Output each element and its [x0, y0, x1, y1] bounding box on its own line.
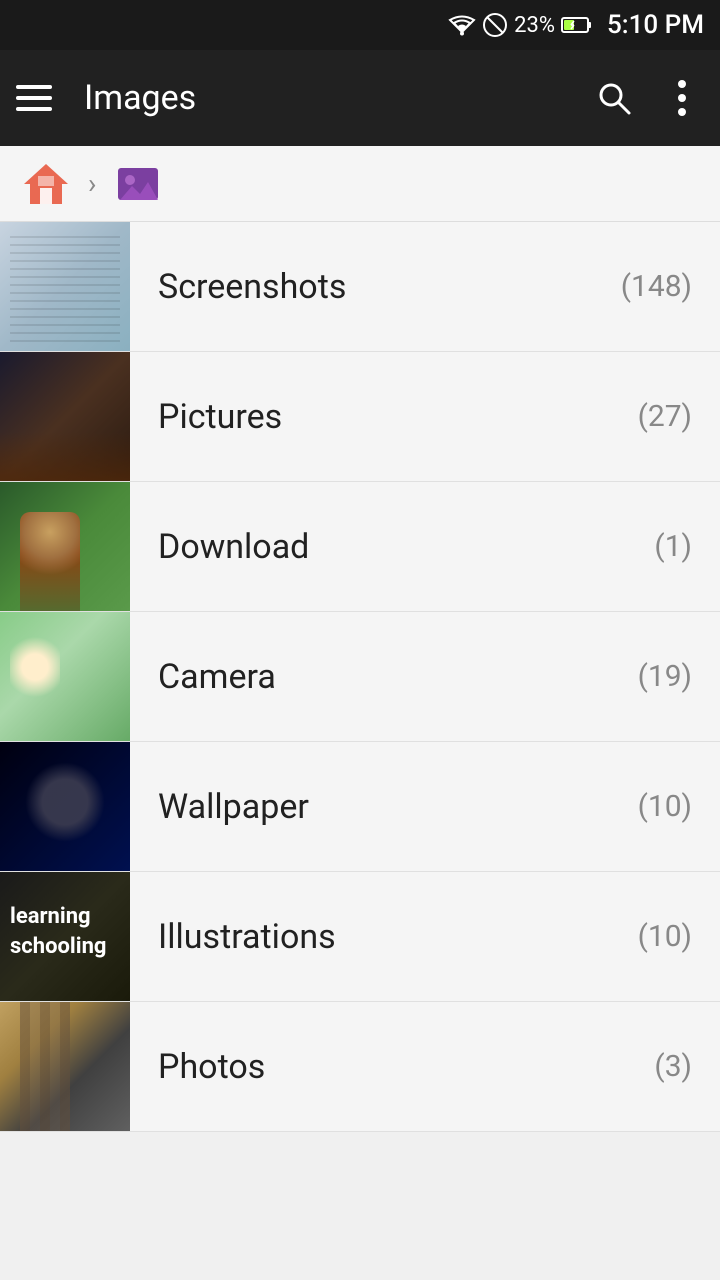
album-count: (3): [654, 1049, 692, 1084]
album-thumbnail-photos: [0, 1002, 130, 1132]
album-count: (27): [638, 399, 692, 434]
album-thumbnail-screenshots: [0, 222, 130, 352]
wifi-icon: [448, 14, 476, 36]
search-icon: [596, 80, 632, 116]
list-item[interactable]: Wallpaper (10): [0, 742, 720, 872]
status-icons: 23% 5:10 PM: [448, 10, 704, 40]
breadcrumb-chevron: ›: [88, 167, 96, 200]
breadcrumb: ›: [0, 146, 720, 222]
status-time: 5:10 PM: [607, 10, 704, 40]
album-info: Download (1): [130, 527, 720, 567]
album-count: (10): [638, 789, 692, 824]
album-name: Download: [158, 527, 309, 567]
toolbar-title: Images: [84, 78, 568, 118]
status-bar: 23% 5:10 PM: [0, 0, 720, 50]
battery-percent: 23%: [514, 13, 555, 38]
album-name: Wallpaper: [158, 787, 309, 827]
list-item[interactable]: Download (1): [0, 482, 720, 612]
list-item[interactable]: Illustrations (10): [0, 872, 720, 1002]
more-options-button[interactable]: [660, 76, 704, 120]
menu-button[interactable]: [16, 76, 60, 120]
album-thumbnail-camera: [0, 612, 130, 742]
album-count: (19): [638, 659, 692, 694]
list-item[interactable]: Camera (19): [0, 612, 720, 742]
album-thumbnail-pictures: [0, 352, 130, 482]
battery-icon: [561, 16, 593, 34]
album-thumbnail-wallpaper: [0, 742, 130, 872]
search-button[interactable]: [592, 76, 636, 120]
breadcrumb-images[interactable]: [112, 158, 164, 210]
album-count: (148): [621, 269, 692, 304]
album-info: Wallpaper (10): [130, 787, 720, 827]
album-info: Screenshots (148): [130, 267, 720, 307]
more-icon: [677, 79, 687, 117]
nosim-icon: [482, 12, 508, 38]
album-list: Screenshots (148) Pictures (27) Download…: [0, 222, 720, 1132]
album-count: (1): [654, 529, 692, 564]
album-info: Camera (19): [130, 657, 720, 697]
album-name: Camera: [158, 657, 276, 697]
album-name: Illustrations: [158, 917, 336, 957]
album-info: Photos (3): [130, 1047, 720, 1087]
list-item[interactable]: Pictures (27): [0, 352, 720, 482]
list-item[interactable]: Screenshots (148): [0, 222, 720, 352]
album-thumbnail-illustrations: [0, 872, 130, 1002]
list-item[interactable]: Photos (3): [0, 1002, 720, 1132]
breadcrumb-home[interactable]: [20, 158, 72, 210]
home-icon: [20, 158, 72, 210]
album-thumbnail-download: [0, 482, 130, 612]
album-name: Screenshots: [158, 267, 346, 307]
album-name: Pictures: [158, 397, 282, 437]
images-folder-icon: [112, 158, 164, 210]
toolbar: Images: [0, 50, 720, 146]
album-name: Photos: [158, 1047, 265, 1087]
album-info: Illustrations (10): [130, 917, 720, 957]
album-count: (10): [638, 919, 692, 954]
album-info: Pictures (27): [130, 397, 720, 437]
